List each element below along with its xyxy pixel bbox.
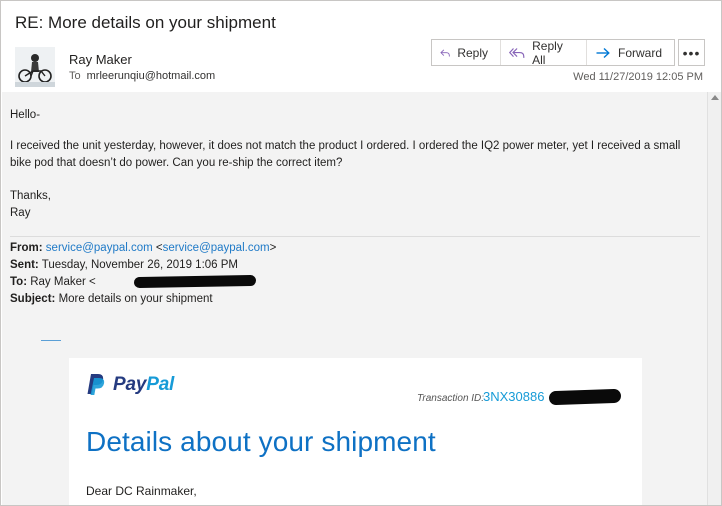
paypal-word-pay: Pay xyxy=(113,373,147,395)
reply-all-button[interactable]: Reply All xyxy=(501,38,587,67)
reply-all-icon xyxy=(509,47,525,58)
body-signature: Ray xyxy=(10,207,31,219)
quoted-to-value: Ray Maker < xyxy=(30,276,96,288)
salutation: Dear DC Rainmaker, xyxy=(86,484,197,498)
quoted-from-email-bracket: <service@paypal.com> xyxy=(155,242,277,254)
message-action-bar: Reply Reply All Forward xyxy=(431,38,675,67)
reply-button[interactable]: Reply xyxy=(432,40,501,65)
forward-button[interactable]: Forward xyxy=(587,40,674,65)
quoted-subject: Subject: More details on your shipment xyxy=(10,291,213,307)
paypal-p-icon xyxy=(87,374,105,395)
quoted-to-label: To: xyxy=(10,276,28,288)
quoted-sent-label: Sent: xyxy=(10,259,39,271)
quoted-from: From: service@paypal.com <service@paypal… xyxy=(10,240,276,256)
quoted-subject-value: More details on your shipment xyxy=(58,293,213,305)
body-greeting: Hello- xyxy=(10,109,41,121)
sender-avatar[interactable] xyxy=(15,47,55,87)
quoted-subject-label: Subject: xyxy=(10,293,56,305)
vertical-scrollbar[interactable] xyxy=(707,92,721,505)
forward-label: Forward xyxy=(617,45,662,60)
quoted-sent: Sent: Tuesday, November 26, 2019 1:06 PM xyxy=(10,257,238,273)
quoted-sent-value: Tuesday, November 26, 2019 1:06 PM xyxy=(41,259,238,271)
reply-all-label: Reply All xyxy=(532,38,563,67)
redaction-mark xyxy=(548,388,622,406)
quoted-from-label: From: xyxy=(10,242,43,254)
forward-arrow-icon xyxy=(596,47,610,58)
to-label: To xyxy=(69,70,81,82)
hidden-link-underline[interactable] xyxy=(41,340,61,341)
paypal-word-pal: Pal xyxy=(146,373,175,395)
recipient-line: To mrleerunqiu@hotmail.com xyxy=(69,70,215,82)
quoted-from-email-bracket-link[interactable]: service@paypal.com xyxy=(163,242,270,254)
redaction-mark xyxy=(133,274,257,289)
more-actions-button[interactable]: ••• xyxy=(678,39,705,66)
email-subject: RE: More details on your shipment xyxy=(15,13,276,32)
recipient-address[interactable]: mrleerunqiu@hotmail.com xyxy=(87,70,216,82)
paypal-logo: PayPal xyxy=(86,373,174,396)
transaction-label: Transaction ID: xyxy=(417,393,485,404)
quoted-divider xyxy=(10,236,700,237)
sender-name[interactable]: Ray Maker xyxy=(69,52,132,67)
ellipsis-icon: ••• xyxy=(682,44,701,61)
email-date: Wed 11/27/2019 12:05 PM xyxy=(573,71,703,83)
quoted-from-email-link[interactable]: service@paypal.com xyxy=(46,242,153,254)
scroll-up-arrow-icon[interactable] xyxy=(711,95,719,100)
quoted-to: To: Ray Maker < xyxy=(10,274,96,290)
body-paragraph: I received the unit yesterday, however, … xyxy=(10,140,681,169)
paypal-wordmark: PayPal xyxy=(113,374,174,396)
reply-label: Reply xyxy=(457,45,488,60)
reply-icon xyxy=(440,48,450,57)
email-reading-pane: RE: More details on your shipment Ray Ma… xyxy=(0,0,722,506)
shipment-title: Details about your shipment xyxy=(86,426,436,457)
transaction-id-link[interactable]: 3NX30886 xyxy=(483,389,544,404)
body-signoff: Thanks, xyxy=(10,190,51,202)
